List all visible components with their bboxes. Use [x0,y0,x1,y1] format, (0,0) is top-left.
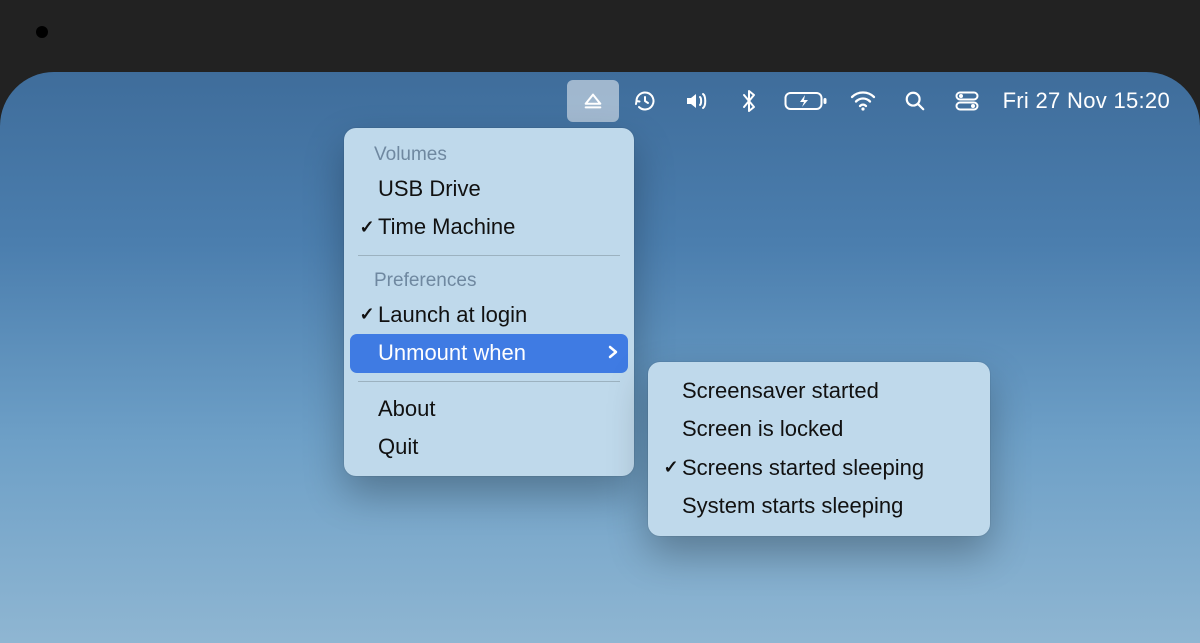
menu-item-label: System starts sleeping [682,493,974,519]
wifi-menu-extra[interactable] [837,80,889,122]
volume-menu-extra[interactable] [671,80,723,122]
desktop-screen: Fri 27 Nov 15:20 Volumes ✓ USB Drive ✓ T… [0,72,1200,643]
checkmark-icon: ✓ [662,457,680,479]
spotlight-menu-extra[interactable] [889,80,941,122]
eject-icon [582,90,604,112]
device-frame: Fri 27 Nov 15:20 Volumes ✓ USB Drive ✓ T… [0,0,1200,643]
submenu-item-screens-sleeping[interactable]: ✓ Screens started sleeping [648,449,990,487]
camera-dot [36,26,48,38]
pref-item-unmount-when[interactable]: ✓ Unmount when [350,334,628,372]
menu-item-quit[interactable]: ✓ Quit [344,428,634,466]
submenu-item-screensaver-started[interactable]: ✓ Screensaver started [648,372,990,410]
menu-separator [358,381,620,382]
eject-menu-extra[interactable] [567,80,619,122]
menu-separator [358,255,620,256]
volume-item-time-machine[interactable]: ✓ Time Machine [344,208,634,246]
menu-item-label: About [378,396,618,422]
bluetooth-icon [740,88,758,114]
preferences-section-label: Preferences [344,264,634,296]
volume-icon [684,89,710,113]
pref-item-launch-at-login[interactable]: ✓ Launch at login [344,296,634,334]
volumes-section-label: Volumes [344,138,634,170]
spotlight-icon [904,90,926,112]
menu-bar-clock[interactable]: Fri 27 Nov 15:20 [993,88,1178,114]
menu-item-label: Time Machine [378,214,618,240]
menu-item-label: Screen is locked [682,416,974,442]
menu-item-label: USB Drive [378,176,618,202]
menu-item-label: Unmount when [378,340,600,366]
battery-menu-extra[interactable] [775,80,837,122]
volume-item-usb-drive[interactable]: ✓ USB Drive [344,170,634,208]
submenu-item-screen-locked[interactable]: ✓ Screen is locked [648,410,990,448]
time-machine-menu-extra[interactable] [619,80,671,122]
bluetooth-menu-extra[interactable] [723,80,775,122]
menu-item-about[interactable]: ✓ About [344,390,634,428]
chevron-right-icon [608,343,618,365]
menu-bar: Fri 27 Nov 15:20 [567,80,1178,122]
menu-item-label: Launch at login [378,302,618,328]
submenu-item-system-sleeping[interactable]: ✓ System starts sleeping [648,487,990,525]
checkmark-icon: ✓ [358,217,376,239]
menu-item-label: Screensaver started [682,378,974,404]
control-center-icon [955,91,979,111]
eject-dropdown-menu: Volumes ✓ USB Drive ✓ Time Machine Prefe… [344,128,634,476]
time-machine-icon [633,89,657,113]
wifi-icon [850,90,876,112]
menu-item-label: Screens started sleeping [682,455,974,481]
checkmark-icon: ✓ [358,304,376,326]
menu-item-label: Quit [378,434,618,460]
control-center-menu-extra[interactable] [941,80,993,122]
battery-charging-icon [784,90,828,112]
unmount-when-submenu: ✓ Screensaver started ✓ Screen is locked… [648,362,990,536]
